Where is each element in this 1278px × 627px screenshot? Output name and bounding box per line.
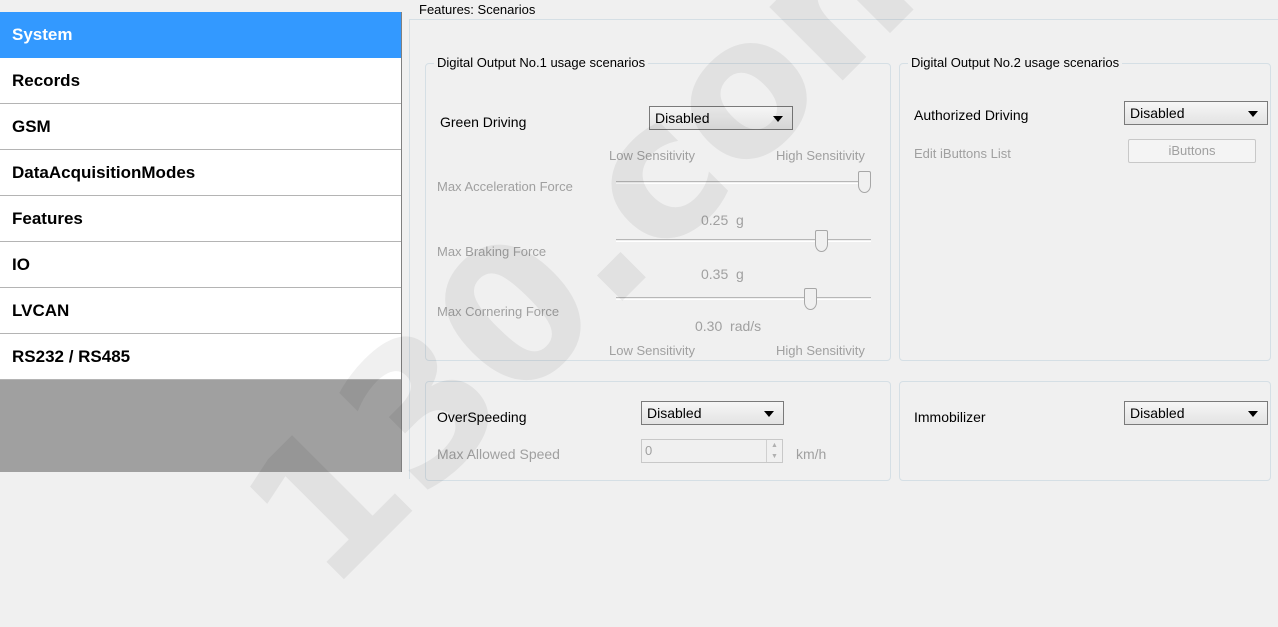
do1-group: Digital Output No.1 usage scenarios Gree…: [425, 55, 891, 361]
max-allowed-speed-unit: km/h: [796, 446, 827, 462]
sidebar: System Records GSM DataAcquisitionModes …: [0, 12, 402, 472]
overspeeding-label: OverSpeeding: [437, 409, 527, 425]
sidebar-item-rs232-rs485[interactable]: RS232 / RS485: [0, 334, 401, 380]
authorized-driving-label: Authorized Driving: [914, 107, 1029, 123]
overspeeding-group: OverSpeeding Disabled Max Allowed Speed …: [425, 381, 891, 481]
low-sensitivity-label-top: Low Sensitivity: [609, 148, 695, 163]
immobilizer-select[interactable]: Disabled: [1124, 401, 1268, 425]
max-acceleration-value: 0.25 g: [701, 212, 744, 228]
sidebar-item-lvcan[interactable]: LVCAN: [0, 288, 401, 334]
edit-ibuttons-list-label: Edit iButtons List: [914, 146, 1011, 161]
max-cornering-label: Max Cornering Force: [437, 304, 560, 319]
ibuttons-button[interactable]: iButtons: [1128, 139, 1256, 163]
sidebar-item-data-acquisition-modes[interactable]: DataAcquisitionModes: [0, 150, 401, 196]
green-driving-value: Disabled: [655, 110, 710, 126]
sidebar-item-gsm[interactable]: GSM: [0, 104, 401, 150]
spin-up-icon[interactable]: ▲: [767, 440, 782, 451]
features-scenarios-title: Features: Scenarios: [416, 2, 540, 17]
max-acceleration-label: Max Acceleration Force: [437, 179, 573, 194]
immobilizer-value: Disabled: [1130, 405, 1185, 421]
sidebar-item-records[interactable]: Records: [0, 58, 401, 104]
max-braking-label: Max Braking Force: [437, 244, 547, 259]
authorized-driving-value: Disabled: [1130, 105, 1185, 121]
chevron-down-icon: [764, 411, 774, 417]
max-allowed-speed-label: Max Allowed Speed: [437, 446, 560, 462]
max-allowed-speed-input[interactable]: 0 ▲ ▼: [641, 439, 783, 463]
max-acceleration-slider-thumb[interactable]: [858, 171, 871, 193]
immobilizer-label: Immobilizer: [914, 409, 986, 425]
sidebar-item-features[interactable]: Features: [0, 196, 401, 242]
max-cornering-slider-thumb[interactable]: [804, 288, 817, 310]
overspeeding-select[interactable]: Disabled: [641, 401, 784, 425]
do1-legend: Digital Output No.1 usage scenarios: [434, 55, 649, 70]
spinner-arrows[interactable]: ▲ ▼: [766, 440, 782, 462]
overspeeding-value: Disabled: [647, 405, 702, 421]
do2-legend: Digital Output No.2 usage scenarios: [908, 55, 1123, 70]
high-sensitivity-label-bottom: High Sensitivity: [776, 343, 865, 358]
green-driving-label: Green Driving: [440, 114, 527, 130]
max-acceleration-slider-track[interactable]: [616, 181, 871, 184]
high-sensitivity-label-top: High Sensitivity: [776, 148, 865, 163]
sidebar-item-system[interactable]: System: [0, 12, 401, 58]
max-braking-slider-thumb[interactable]: [815, 230, 828, 252]
max-cornering-slider-track[interactable]: [616, 297, 871, 300]
green-driving-select[interactable]: Disabled: [649, 106, 793, 130]
chevron-down-icon: [1248, 411, 1258, 417]
authorized-driving-select[interactable]: Disabled: [1124, 101, 1268, 125]
max-cornering-value: 0.30 rad/s: [695, 318, 762, 334]
max-braking-value: 0.35 g: [701, 266, 744, 282]
low-sensitivity-label-bottom: Low Sensitivity: [609, 343, 695, 358]
chevron-down-icon: [773, 116, 783, 122]
do2-group: Digital Output No.2 usage scenarios Auth…: [899, 55, 1271, 361]
spin-down-icon[interactable]: ▼: [767, 451, 782, 462]
immobilizer-group: Immobilizer Disabled: [899, 381, 1271, 481]
chevron-down-icon: [1248, 111, 1258, 117]
sidebar-item-io[interactable]: IO: [0, 242, 401, 288]
max-braking-slider-track[interactable]: [616, 239, 871, 242]
main-panel: Features: Scenarios Digital Output No.1 …: [403, 0, 1278, 481]
